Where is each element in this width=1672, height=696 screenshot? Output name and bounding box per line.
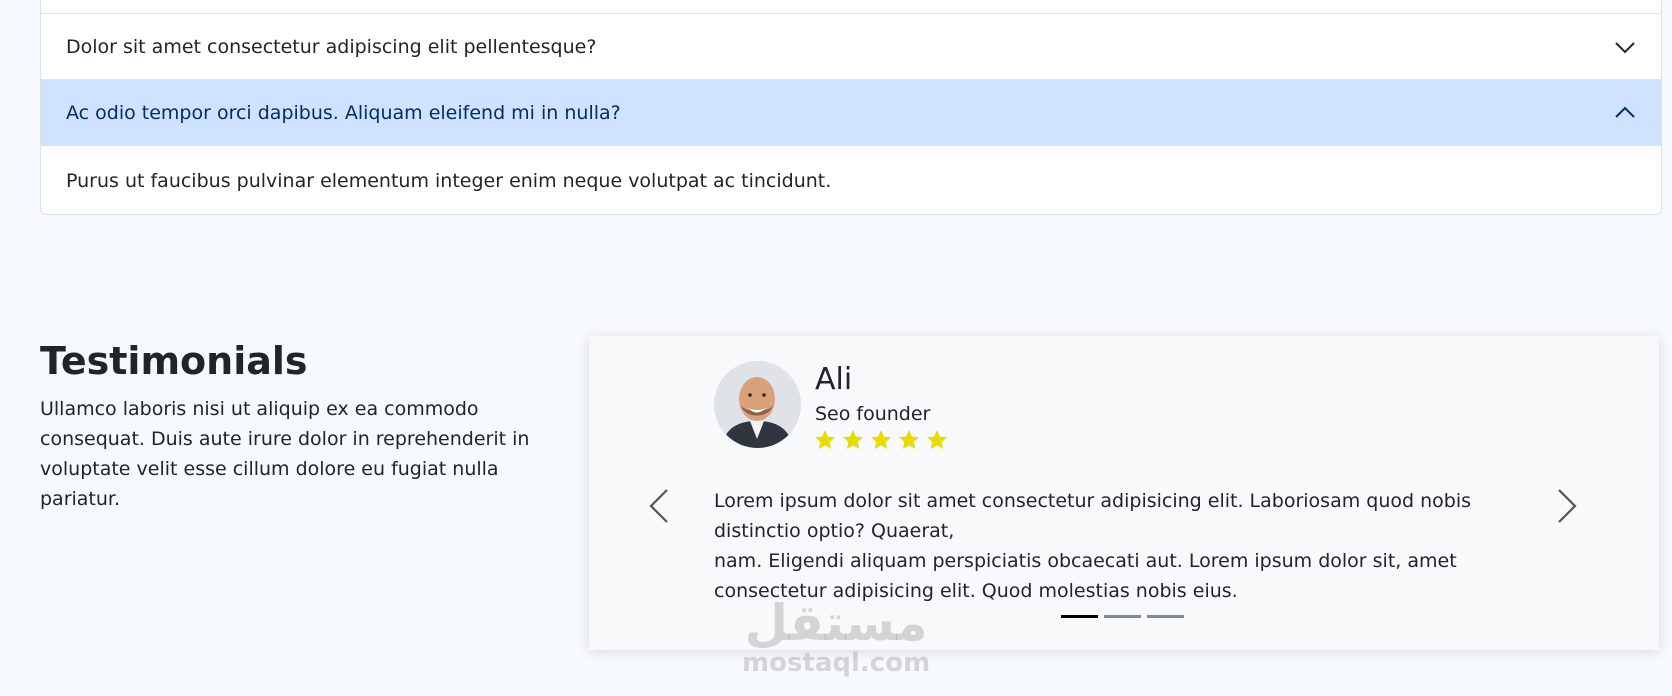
carousel-indicator-3[interactable] bbox=[1147, 615, 1184, 618]
chevron-down-icon bbox=[1615, 41, 1635, 53]
testimonial-quote: Lorem ipsum dolor sit amet consectetur a… bbox=[714, 486, 1514, 606]
accordion-item-2-question: Ac odio tempor orci dapibus. Aliquam ele… bbox=[66, 101, 621, 124]
chevron-left-icon bbox=[649, 489, 668, 523]
watermark-arabic: مستقل bbox=[744, 594, 928, 652]
testimonial-role: Seo founder bbox=[815, 403, 931, 425]
testimonials-description: Ullamco laboris nisi ut aliquip ex ea co… bbox=[40, 398, 530, 510]
carousel-indicator-1[interactable] bbox=[1061, 615, 1098, 618]
star-icon bbox=[927, 430, 947, 449]
carousel-indicator-2[interactable] bbox=[1104, 615, 1141, 618]
testimonial-quote-line-1: Lorem ipsum dolor sit amet consectetur a… bbox=[714, 490, 1471, 542]
faq-accordion: Dolor sit amet consectetur adipiscing el… bbox=[40, 0, 1662, 215]
avatar bbox=[714, 361, 801, 448]
rating-stars bbox=[813, 428, 949, 452]
carousel-prev-button[interactable] bbox=[639, 476, 679, 536]
watermark-latin: mostaql.com bbox=[742, 648, 931, 678]
star-icon bbox=[899, 430, 919, 449]
accordion-item-2-body: Purus ut faucibus pulvinar elementum int… bbox=[41, 145, 1661, 214]
page: Dolor sit amet consectetur adipiscing el… bbox=[0, 0, 1672, 696]
star-icon bbox=[843, 430, 863, 449]
chevron-up-icon bbox=[1615, 106, 1635, 118]
accordion-item-1-question: Dolor sit amet consectetur adipiscing el… bbox=[66, 35, 597, 58]
person-photo bbox=[714, 361, 801, 448]
accordion-item-2-header[interactable]: Ac odio tempor orci dapibus. Aliquam ele… bbox=[41, 79, 1661, 145]
chevron-right-icon bbox=[1558, 489, 1577, 523]
star-icon bbox=[815, 430, 835, 449]
watermark: مستقل mostaql.com bbox=[742, 598, 930, 678]
testimonials-title: Testimonials bbox=[40, 339, 308, 383]
accordion-item-2-answer: Purus ut faucibus pulvinar elementum int… bbox=[66, 170, 832, 192]
accordion-item-1-header[interactable]: Dolor sit amet consectetur adipiscing el… bbox=[41, 13, 1661, 79]
star-icon bbox=[871, 430, 891, 449]
testimonial-name: Ali bbox=[815, 362, 853, 397]
carousel-next-button[interactable] bbox=[1547, 476, 1587, 536]
carousel-indicators bbox=[1061, 615, 1184, 618]
